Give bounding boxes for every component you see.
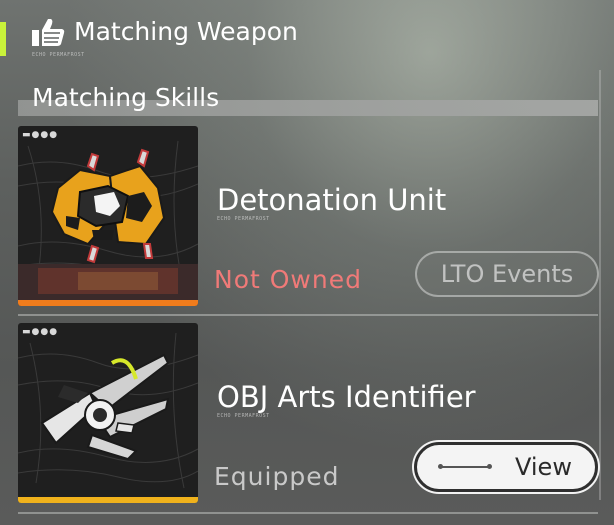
matching-weapon-panel: Matching Weapon ECHO PERMAFROST Matching… xyxy=(0,0,614,525)
item-thumbnail[interactable]: ▬●●● xyxy=(18,126,198,306)
detonation-unit-icon xyxy=(18,140,198,300)
divider xyxy=(18,512,598,514)
section-title: Matching Skills xyxy=(32,83,220,112)
view-button-label: View xyxy=(515,453,572,481)
item-caption: ECHO PERMAFROST xyxy=(217,216,270,222)
header-title: Matching Weapon xyxy=(74,17,298,46)
item-name: Detonation Unit xyxy=(217,183,447,217)
arts-identifier-icon xyxy=(18,332,198,489)
divider xyxy=(18,314,598,316)
lto-events-button[interactable]: LTO Events xyxy=(415,251,599,297)
status-label: Equipped xyxy=(214,462,340,491)
thumb-dots: ▬●●● xyxy=(22,327,59,337)
scroll-track xyxy=(599,70,601,500)
item-caption: ECHO PERMAFROST xyxy=(217,413,270,419)
item-thumbnail[interactable]: ▬●●● xyxy=(18,323,198,503)
rarity-bar xyxy=(18,497,198,503)
thumbs-up-icon xyxy=(32,19,65,46)
rarity-bar xyxy=(18,300,198,306)
status-label: Not Owned xyxy=(214,265,362,294)
header-caption: ECHO PERMAFROST xyxy=(32,52,85,58)
view-button[interactable]: View xyxy=(414,442,598,492)
item-name: OBJ Arts Identifier xyxy=(217,380,476,414)
thumb-dots: ▬●●● xyxy=(22,130,59,140)
accent-bar xyxy=(0,22,6,56)
view-button-decoration xyxy=(438,464,492,469)
